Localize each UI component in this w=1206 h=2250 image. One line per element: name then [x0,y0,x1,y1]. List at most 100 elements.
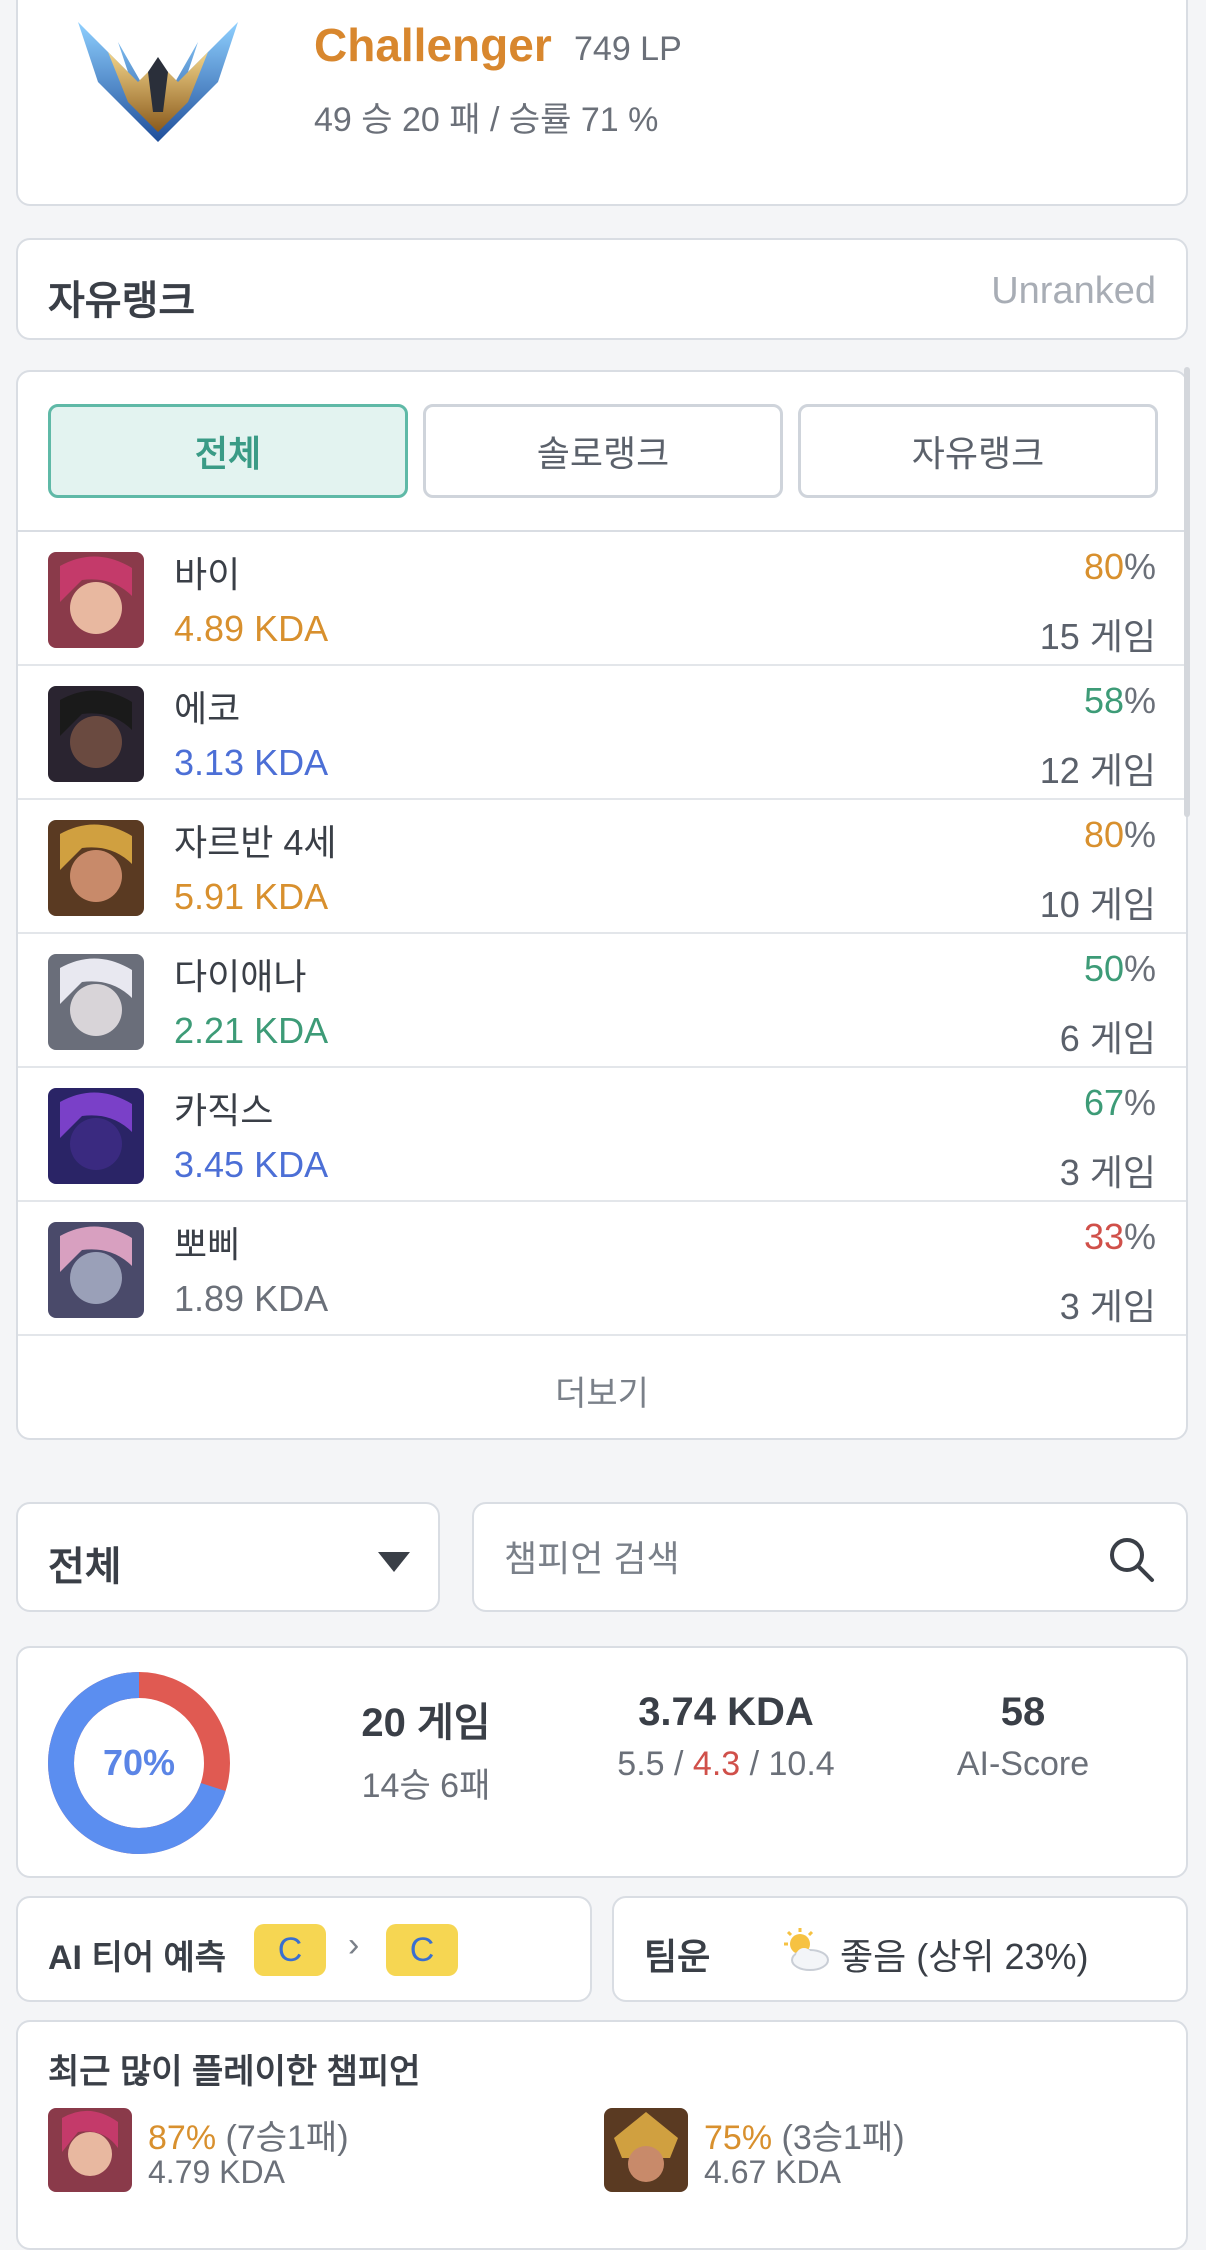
champion-kda: 3.45 KDA [174,1144,329,1185]
ekko-portrait-icon [48,686,144,782]
filter-selected-value: 전체 [48,1545,122,1589]
champion-name: 자르반 4세 [174,822,337,863]
ai-score-value: 58 [1000,1690,1046,1734]
challenger-emblem-icon [78,22,238,142]
champion-name: 바이 [174,554,241,595]
champion-stats-card: 전체 솔로랭크 자유랭크 바이 4.89 KDA 80% 15 게임에코 3.13 KD… [16,367,1190,1440]
recent-winrate: 75% (3승1패) [704,2110,905,2159]
ai-score-summary: 58 AI-Score [918,1690,1128,1784]
champion-row[interactable]: 다이애나 2.21 KDA 50% 6 게임 [18,934,1186,1068]
chevron-right-icon: › [348,1926,360,1964]
ai-tier-prediction: AI 티어 예측 C › C [16,1896,592,2002]
champion-winrate: 33% [1084,1216,1156,1258]
chevron-down-icon [378,1552,410,1572]
champion-games: 10 게임 [1039,884,1156,925]
win-loss-record: 14승 6패 [361,1767,491,1805]
champion-kda: 2.21 KDA [174,1010,329,1051]
vi-portrait-icon [48,552,144,648]
avg-deaths: 4.3 [692,1745,741,1783]
kda-breakdown: 5.5 / 4.3 / 10.4 [617,1745,835,1783]
champion-winrate-value: 80 [1083,814,1124,855]
champion-name: 에코 [174,688,241,729]
jarvan-portrait-icon [48,820,144,916]
champion-winrate-value: 58 [1083,680,1124,721]
champion-games: 6 게임 [1059,1018,1156,1059]
champion-name: 카직스 [174,1090,274,1131]
champion-winrate: 80% [1084,546,1156,588]
champion-name: 뽀삐 [174,1224,241,1265]
recent-champions-card: 최근 많이 플레이한 챔피언 87% (7승1패) 4.79 KDA 75% (… [16,2020,1188,2250]
recent-winrate-record: (3승1패) [781,2119,905,2157]
champion-winrate-value: 67 [1083,1082,1124,1123]
champion-row[interactable]: 에코 3.13 KDA 58% 12 게임 [18,666,1186,800]
percent-sign: % [1123,814,1156,855]
champion-kda: 1.89 KDA [174,1278,329,1319]
games-summary: 20 게임 14승 6패 [318,1690,534,1807]
ai-tier-from-badge: C [254,1924,326,1976]
champion-winrate: 67% [1084,1082,1156,1124]
percent-sign: % [1123,948,1156,989]
poppy-portrait-icon [48,1222,144,1318]
team-luck: 팀운 좋음 (상위 23%) [612,1896,1188,2002]
vi-portrait-icon [48,2108,132,2192]
recent-kda: 4.79 KDA [148,2154,285,2190]
kda-summary: 3.74 KDA 5.5 / 4.3 / 10.4 [588,1690,864,1784]
champion-kda: 4.89 KDA [174,608,329,649]
recent-summary-card: 70% 20 게임 14승 6패 3.74 KDA 5.5 / 4.3 / 10… [16,1646,1188,1878]
champion-row[interactable]: 자르반 4세 5.91 KDA 80% 10 게임 [18,800,1186,934]
avg-assists: 10.4 [768,1745,835,1783]
scrollbar[interactable] [1184,367,1190,817]
percent-sign: % [1123,1216,1156,1257]
champion-games: 3 게임 [1059,1152,1156,1193]
percent-sign: % [1123,680,1156,721]
recent-kda: 4.67 KDA [704,2154,841,2190]
queue-filter-select[interactable]: 전체 [16,1502,440,1612]
champion-search-input[interactable] [502,1534,1066,1584]
champion-winrate: 80% [1084,814,1156,856]
solo-rank-card: Challenger 749 LP 49 승 20 패 / 승률 71 % [16,0,1188,206]
percent-sign: % [1123,1082,1156,1123]
tab-all[interactable]: 전체 [48,404,408,498]
recent-winrate-record: (7승1패) [225,2119,349,2157]
champion-kda: 3.13 KDA [174,742,329,783]
flex-rank-status: Unranked [991,270,1156,312]
flex-rank-title: 자유랭크 [48,279,196,323]
champion-winrate-value: 33 [1083,1216,1124,1257]
more-button[interactable]: 더보기 [18,1342,1186,1438]
champion-games: 3 게임 [1059,1286,1156,1327]
champion-search-box[interactable] [472,1502,1188,1612]
champion-winrate: 58% [1084,680,1156,722]
diana-portrait-icon [48,954,144,1050]
champion-kda: 5.91 KDA [174,876,329,917]
champion-row[interactable]: 바이 4.89 KDA 80% 15 게임 [18,532,1186,666]
league-points: 749 LP [574,30,682,68]
champion-winrate-value: 80 [1083,546,1124,587]
ai-score-label: AI-Score [956,1745,1090,1783]
flex-rank-card: 자유랭크 Unranked [16,238,1188,340]
champion-winrate-value: 50 [1083,948,1124,989]
games-count: 20 게임 [361,1701,491,1745]
recent-winrate-percent: 75% [704,2119,773,2157]
team-luck-label: 팀운 [644,1936,711,1977]
percent-sign: % [1123,546,1156,587]
recent-champions-title: 최근 많이 플레이한 챔피언 [48,2053,421,2091]
avg-kills: 5.5 [617,1745,665,1783]
ai-tier-label: AI 티어 예측 [48,1939,227,1977]
solo-record: 49 승 20 패 / 승률 71 % [314,101,659,139]
recent-winrate-percent: 87% [148,2119,217,2157]
search-icon[interactable] [1106,1534,1156,1584]
ai-tier-to-badge: C [386,1924,458,1976]
champion-games: 15 게임 [1039,616,1156,657]
tab-solo-rank[interactable]: 솔로랭크 [423,404,783,498]
team-luck-value: 좋음 (상위 23%) [840,1936,1089,1977]
champion-games: 12 게임 [1039,750,1156,791]
partly-sunny-icon [784,1928,829,1971]
champion-name: 다이애나 [174,956,307,997]
winrate-percent: 70% [102,1742,176,1783]
tab-flex-rank[interactable]: 자유랭크 [798,404,1158,498]
champion-row[interactable]: 뽀삐 1.89 KDA 33% 3 게임 [18,1202,1186,1336]
khazix-portrait-icon [48,1088,144,1184]
kda-value: 3.74 KDA [638,1690,814,1734]
jarvan-portrait-icon [604,2108,688,2192]
champion-row[interactable]: 카직스 3.45 KDA 67% 3 게임 [18,1068,1186,1202]
